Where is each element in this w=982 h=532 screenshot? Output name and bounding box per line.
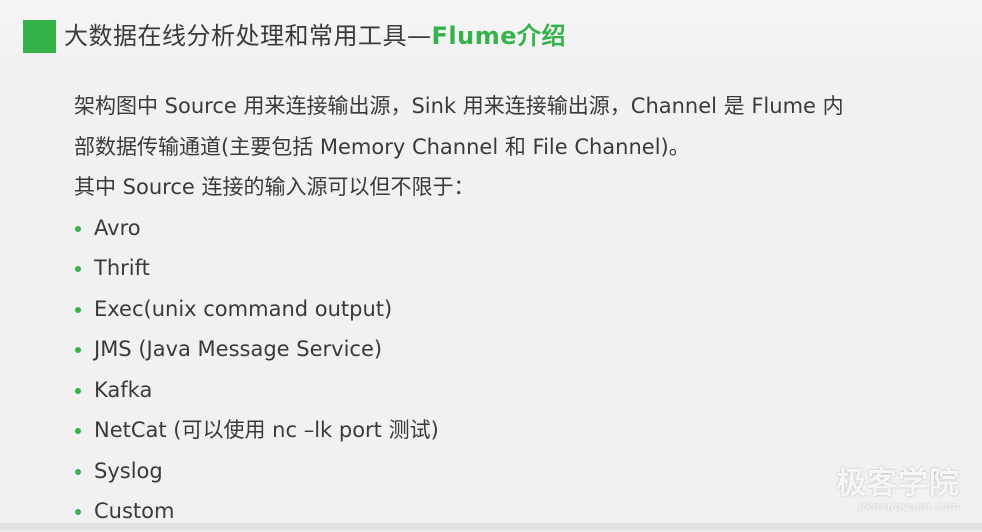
list-item-label: NetCat (可以使用 nc –lk port 测试): [94, 418, 439, 442]
list-item: NetCat (可以使用 nc –lk port 测试): [74, 410, 954, 451]
watermark-url-text: jikexueyuan.com: [858, 500, 960, 513]
title-main-text: 大数据在线分析处理和常用工具—: [64, 22, 432, 50]
jikexueyuan-watermark-logo: 极客学院 jikexueyuan.com: [836, 468, 960, 514]
bullet-dot-icon: [75, 306, 81, 313]
bullet-dot-icon: [75, 347, 81, 353]
list-item-label: Custom: [94, 499, 175, 523]
paragraph-line-2: 部数据传输通道(主要包括 Memory Channel 和 File Chann…: [74, 134, 690, 159]
watermark-main-text: 极客学院: [836, 466, 960, 501]
list-item-label: JMS (Java Message Service): [94, 337, 383, 361]
list-item: Exec(unix command output): [74, 289, 954, 330]
paragraph-line-3: 其中 Source 连接的输入源可以但不限于：: [74, 175, 475, 199]
source-list: Avro Thrift Exec(unix command output) JM…: [74, 208, 954, 532]
bullet-dot-icon: [75, 266, 81, 272]
list-item-label: Syslog: [94, 458, 163, 483]
slide-content: 架构图中 Source 用来连接输出源，Sink 用来连接输出源，Channel…: [74, 86, 954, 532]
list-item: Syslog: [74, 451, 954, 492]
list-item: JMS (Java Message Service): [74, 329, 954, 370]
title-highlight-text: Flume介绍: [431, 22, 566, 50]
bullet-dot-icon: [75, 509, 81, 515]
list-item: Kafka: [74, 370, 954, 411]
bottom-strip: [0, 523, 982, 530]
title-accent-square: [23, 20, 56, 53]
slide-header: 大数据在线分析处理和常用工具—Flume介绍: [0, 0, 982, 78]
paragraph-line-1: 架构图中 Source 用来连接输出源，Sink 用来连接输出源，Channel…: [74, 94, 844, 118]
list-item-label: Kafka: [94, 377, 153, 402]
list-item-label: Thrift: [94, 256, 150, 280]
bullet-dot-icon: [75, 428, 81, 434]
list-item-label: Exec(unix command output): [94, 296, 393, 321]
list-item: Thrift: [74, 248, 954, 289]
bullet-dot-icon: [75, 387, 81, 394]
bullet-dot-icon: [75, 468, 81, 475]
slide-title: 大数据在线分析处理和常用工具—Flume介绍: [64, 18, 566, 54]
list-item: Avro: [74, 208, 954, 249]
bullet-dot-icon: [75, 225, 81, 232]
slide-page: 大数据在线分析处理和常用工具—Flume介绍 架构图中 Source 用来连接输…: [0, 0, 982, 530]
list-item-label: Avro: [94, 215, 141, 240]
